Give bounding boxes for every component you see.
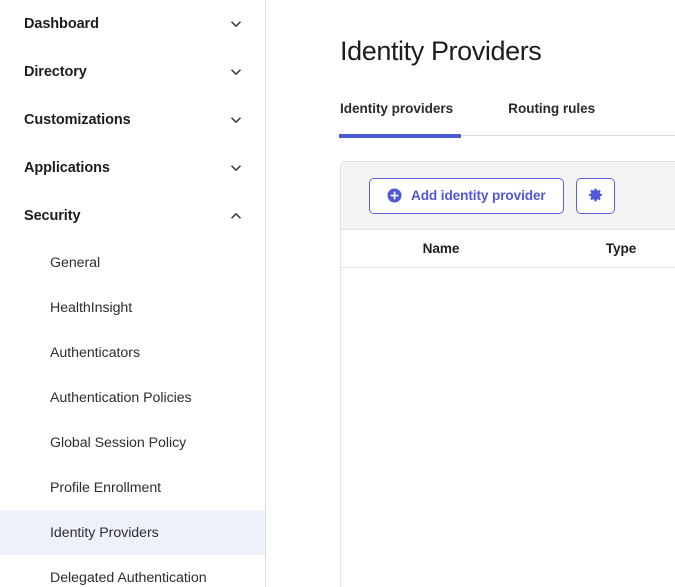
sidebar-item-label: General bbox=[50, 254, 101, 271]
chevron-down-icon bbox=[229, 65, 243, 79]
sidebar-group-label: Customizations bbox=[24, 112, 131, 128]
tab-bar: Identity providers Routing rules bbox=[338, 101, 675, 138]
sidebar-item-label: Delegated Authentication bbox=[50, 569, 207, 586]
table-header-row: Name Type bbox=[341, 230, 675, 268]
add-identity-provider-label: Add identity provider bbox=[411, 188, 546, 203]
page-title: Identity Providers bbox=[340, 36, 542, 66]
sidebar-item-label: Authenticators bbox=[50, 344, 140, 361]
sidebar-group-dashboard[interactable]: Dashboard bbox=[0, 0, 265, 48]
chevron-down-icon bbox=[229, 161, 243, 175]
sidebar-item-general[interactable]: General bbox=[0, 240, 265, 285]
sidebar-item-label: HealthInsight bbox=[50, 299, 133, 316]
sidebar-group-directory[interactable]: Directory bbox=[0, 48, 265, 96]
table-toolbar: Add identity provider bbox=[341, 162, 675, 230]
chevron-down-icon bbox=[229, 17, 243, 31]
tab-label: Identity providers bbox=[340, 101, 454, 116]
plus-circle-icon bbox=[387, 188, 402, 203]
sidebar-item-healthinsight[interactable]: HealthInsight bbox=[0, 285, 265, 330]
sidebar-group-label: Security bbox=[24, 208, 81, 224]
sidebar-group-label: Dashboard bbox=[24, 16, 99, 32]
column-header-name[interactable]: Name bbox=[341, 241, 541, 256]
sidebar-item-authenticators[interactable]: Authenticators bbox=[0, 330, 265, 375]
sidebar-item-profile-enrollment[interactable]: Profile Enrollment bbox=[0, 465, 265, 510]
gear-icon bbox=[588, 188, 603, 203]
sidebar-item-global-session-policy[interactable]: Global Session Policy bbox=[0, 420, 265, 465]
sidebar-item-label: Authentication Policies bbox=[50, 389, 192, 406]
tab-routing-rules[interactable]: Routing rules bbox=[508, 101, 595, 135]
chevron-down-icon bbox=[229, 113, 243, 127]
sidebar-item-label: Profile Enrollment bbox=[50, 479, 162, 496]
app-root: Dashboard Directory Customizations Appli… bbox=[0, 0, 675, 587]
sidebar-item-label: Global Session Policy bbox=[50, 434, 187, 451]
sidebar-group-label: Directory bbox=[24, 64, 87, 80]
sidebar-group-security[interactable]: Security bbox=[0, 192, 265, 240]
sidebar-group-customizations[interactable]: Customizations bbox=[0, 96, 265, 144]
sidebar-group-label: Applications bbox=[24, 160, 110, 176]
tab-label: Routing rules bbox=[508, 101, 596, 116]
sidebar-item-authentication-policies[interactable]: Authentication Policies bbox=[0, 375, 265, 420]
main-content: Identity Providers Identity providers Ro… bbox=[266, 0, 675, 587]
table-body bbox=[341, 268, 675, 587]
sidebar-item-delegated-authentication[interactable]: Delegated Authentication bbox=[0, 555, 265, 587]
chevron-up-icon bbox=[229, 209, 243, 223]
sidebar-item-identity-providers[interactable]: Identity Providers bbox=[0, 510, 265, 555]
add-identity-provider-button[interactable]: Add identity provider bbox=[369, 177, 564, 214]
sidebar-item-label: Identity Providers bbox=[50, 524, 159, 541]
tab-identity-providers[interactable]: Identity providers bbox=[338, 101, 462, 138]
table-settings-button[interactable] bbox=[575, 177, 615, 214]
sidebar: Dashboard Directory Customizations Appli… bbox=[0, 0, 266, 587]
column-header-type[interactable]: Type bbox=[541, 241, 675, 256]
sidebar-group-applications[interactable]: Applications bbox=[0, 144, 265, 192]
identity-providers-table-card: Add identity provider Name Type bbox=[340, 161, 675, 587]
